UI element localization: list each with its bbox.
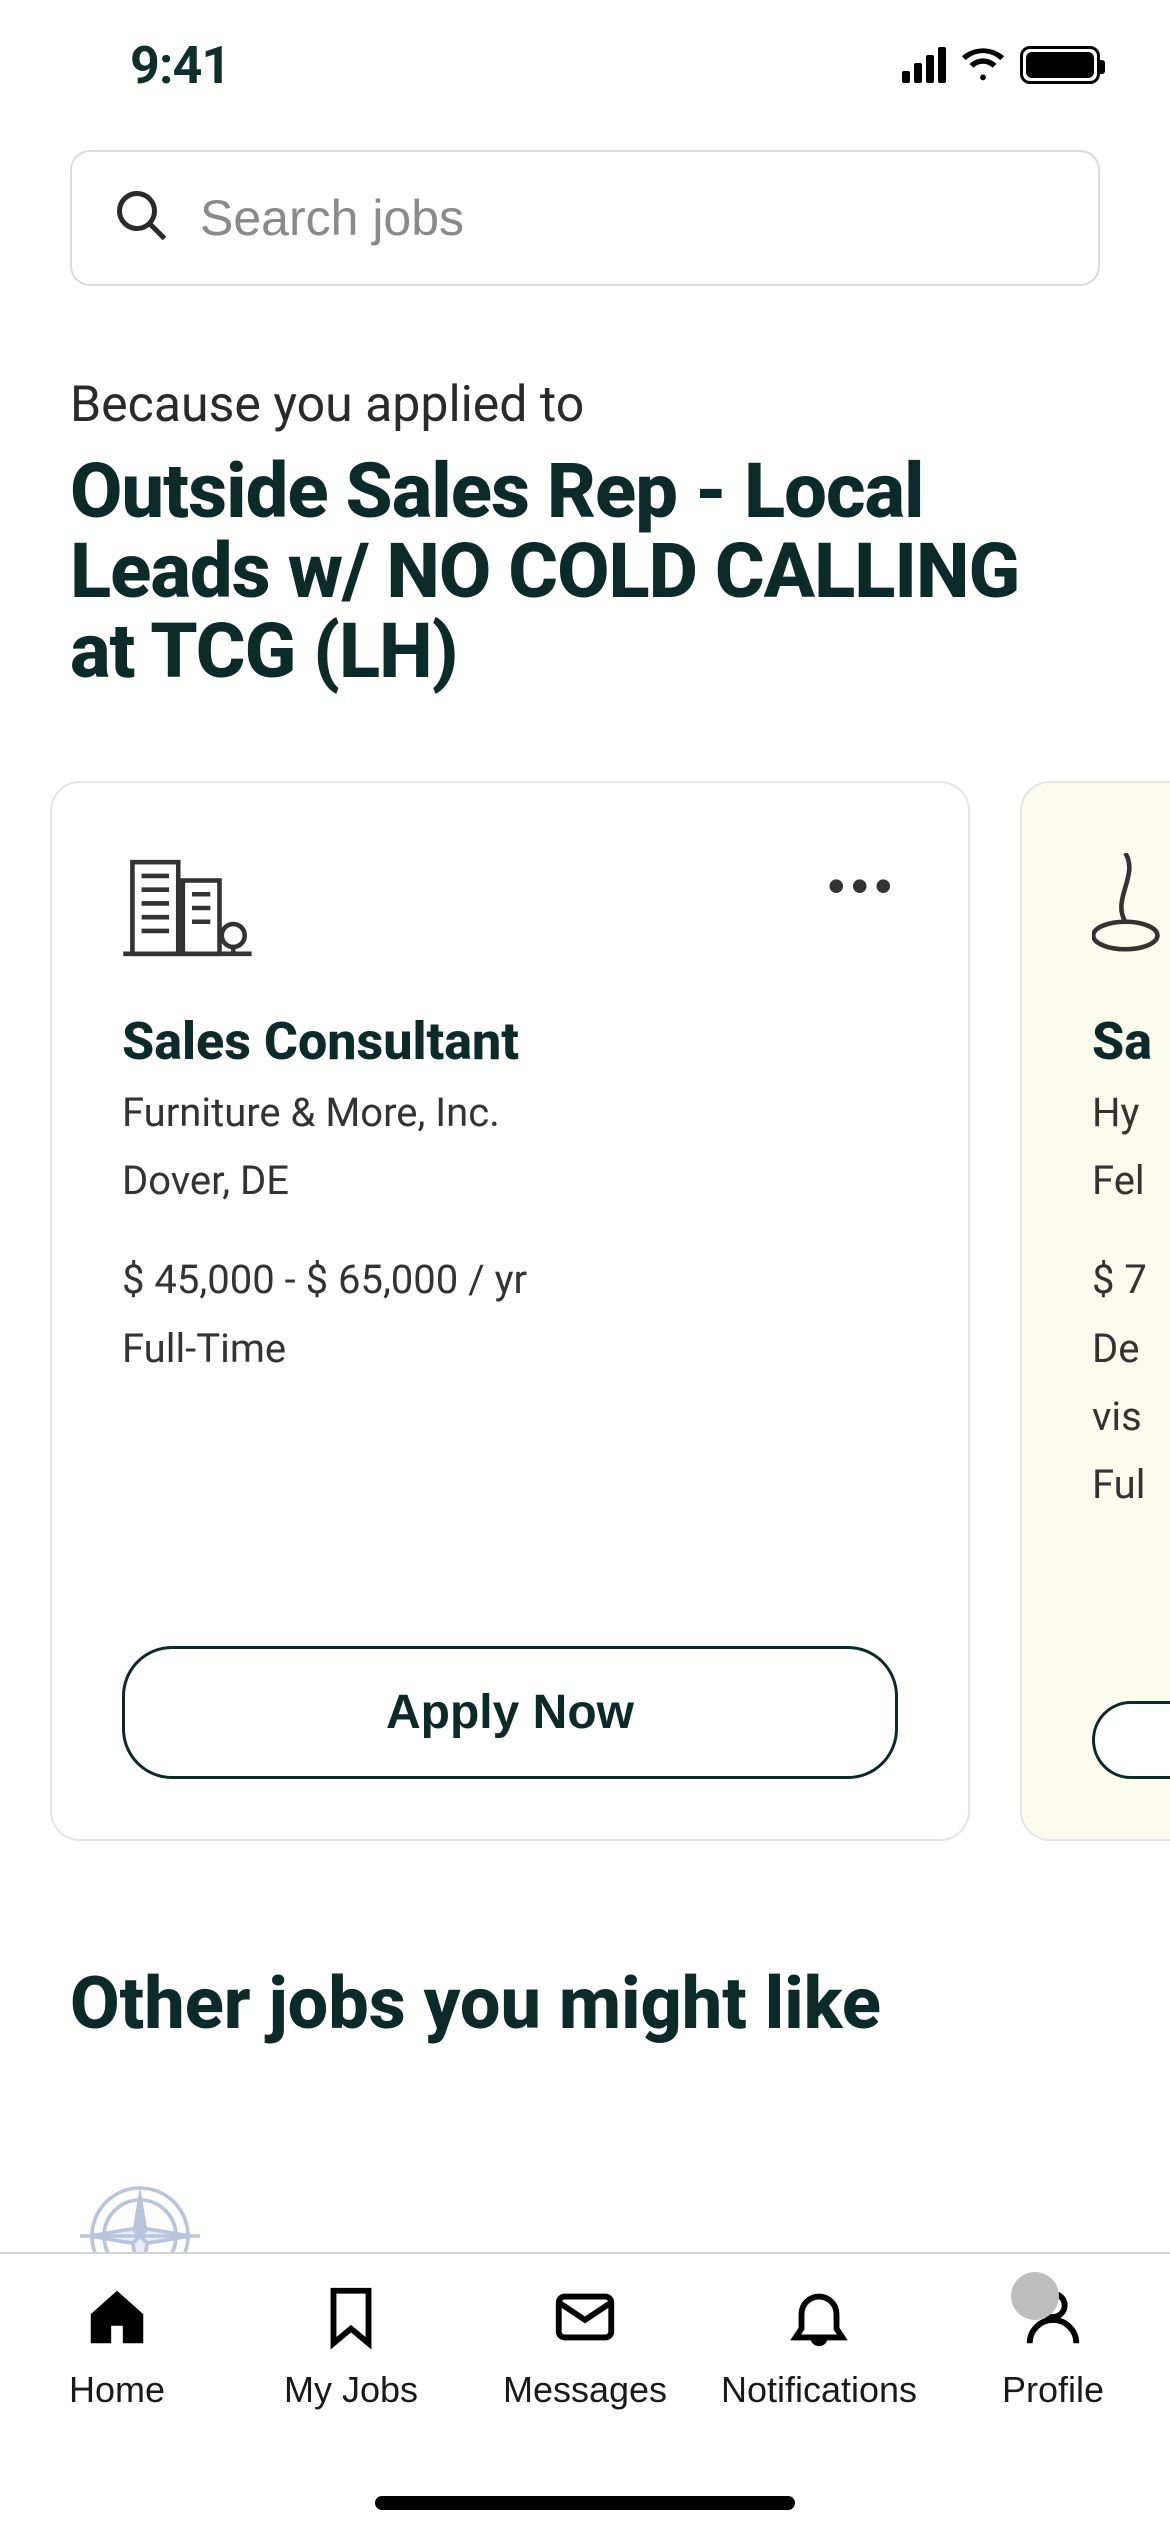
- job-location: Dover, DE: [122, 1154, 898, 1208]
- job-line: vis: [1092, 1390, 1170, 1444]
- notification-dot: [1011, 2272, 1059, 2320]
- tab-label: Home: [69, 2369, 165, 2411]
- heading-eyebrow: Because you applied to: [70, 376, 1100, 434]
- job-card[interactable]: ••• Sales Consultant Furniture & More, I…: [50, 781, 970, 1841]
- other-jobs-section: Other jobs you might like: [0, 1841, 1170, 2300]
- tab-profile[interactable]: Profile: [953, 2282, 1153, 2411]
- job-location: Fel: [1092, 1154, 1170, 1208]
- battery-icon: [1020, 46, 1100, 84]
- search-box[interactable]: [70, 150, 1100, 286]
- status-icons: [902, 45, 1100, 85]
- recommendation-heading: Because you applied to Outside Sales Rep…: [0, 286, 1170, 691]
- search-icon: [112, 186, 172, 250]
- bookmark-icon: [316, 2282, 386, 2355]
- mail-icon: [550, 2282, 620, 2355]
- job-type: Ful: [1092, 1458, 1170, 1512]
- more-options-button[interactable]: •••: [827, 857, 898, 915]
- wifi-icon: [960, 45, 1006, 85]
- tab-home[interactable]: Home: [17, 2282, 217, 2411]
- heading-title: Outside Sales Rep - Local Leads w/ NO CO…: [70, 452, 1100, 691]
- section-title: Other jobs you might like: [70, 1961, 1100, 2046]
- tab-notifications[interactable]: Notifications: [719, 2282, 919, 2411]
- job-company: Hy: [1092, 1086, 1170, 1140]
- tab-my-jobs[interactable]: My Jobs: [251, 2282, 451, 2411]
- job-type: Full-Time: [122, 1322, 898, 1376]
- company-building-icon: [122, 948, 262, 967]
- tab-label: Messages: [503, 2369, 667, 2411]
- tab-label: Profile: [1002, 2369, 1104, 2411]
- bell-icon: [784, 2282, 854, 2355]
- home-icon: [82, 2282, 152, 2355]
- job-salary: $ 7: [1092, 1252, 1170, 1308]
- company-logo-icon: [1092, 948, 1170, 967]
- status-time: 9:41: [130, 35, 230, 96]
- search-input[interactable]: [200, 189, 1058, 247]
- home-indicator[interactable]: [375, 2496, 795, 2510]
- job-card[interactable]: Sa Hy Fel $ 7 De vis Ful: [1020, 781, 1170, 1841]
- job-title: Sa: [1092, 1011, 1170, 1072]
- job-salary: $ 45,000 - $ 65,000 / yr: [122, 1252, 898, 1308]
- job-carousel[interactable]: ••• Sales Consultant Furniture & More, I…: [0, 691, 1170, 1841]
- job-company: Furniture & More, Inc.: [122, 1086, 898, 1140]
- tab-bar: Home My Jobs Messages Notifications Prof…: [0, 2252, 1170, 2532]
- cellular-icon: [902, 47, 946, 83]
- tab-messages[interactable]: Messages: [485, 2282, 685, 2411]
- status-bar: 9:41: [0, 0, 1170, 110]
- job-title: Sales Consultant: [122, 1011, 898, 1072]
- tab-label: Notifications: [721, 2369, 917, 2411]
- job-line: De: [1092, 1322, 1170, 1376]
- apply-now-button[interactable]: [1092, 1701, 1170, 1779]
- search-container: [0, 110, 1170, 286]
- tab-label: My Jobs: [284, 2369, 418, 2411]
- apply-now-button[interactable]: Apply Now: [122, 1646, 898, 1779]
